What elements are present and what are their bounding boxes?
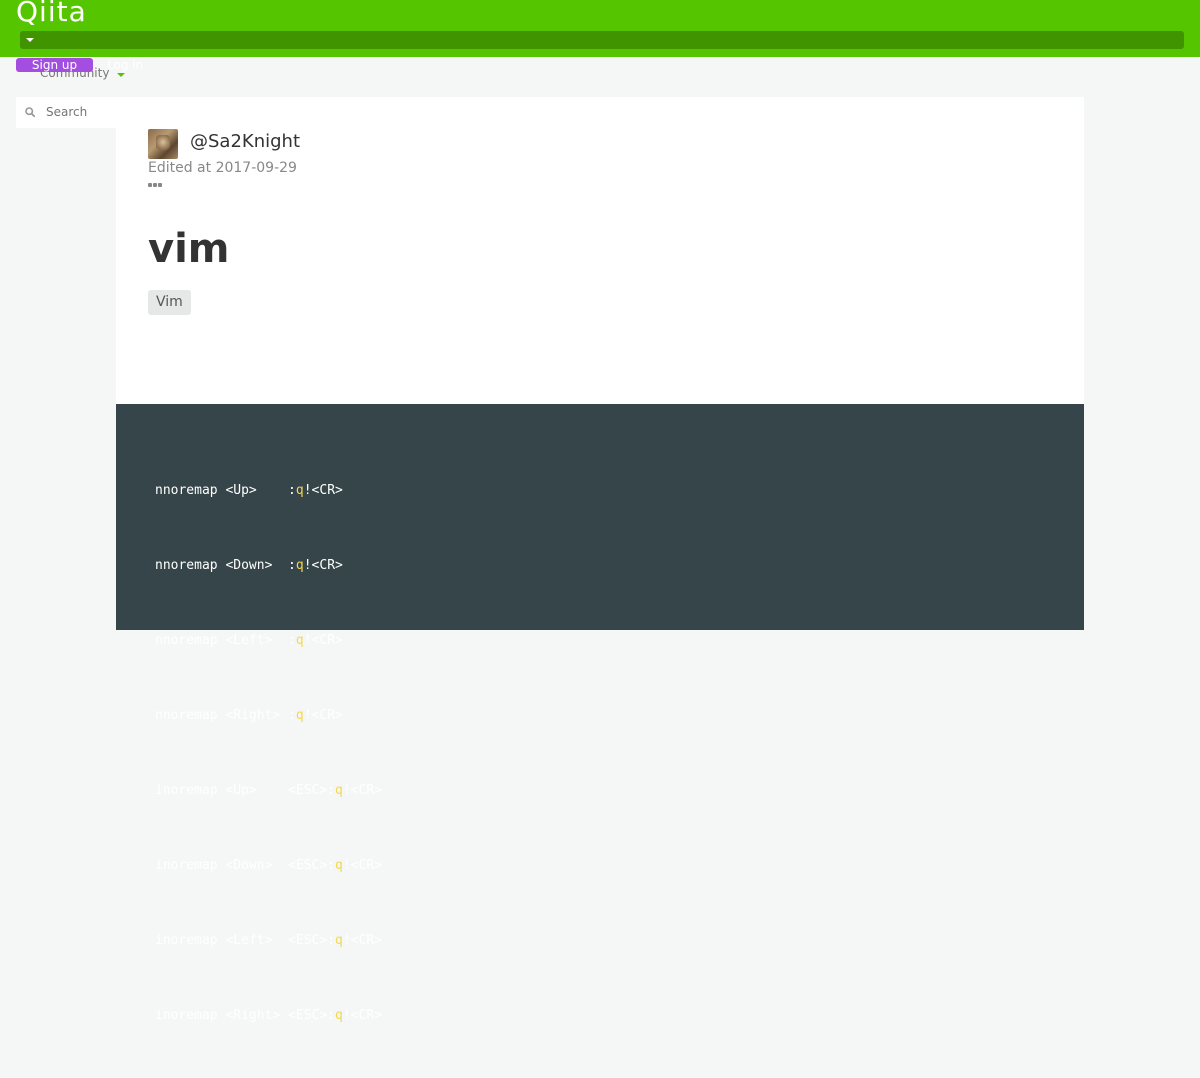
qiita-logo[interactable]: Qiita: [16, 0, 87, 28]
code-line: nnoremap <Right> :q!<CR>: [155, 708, 343, 723]
code-content: nnoremap <Up> :q!<CR> nnoremap <Down> :q…: [155, 428, 382, 1078]
code-line: inoremap <Right> <ESC>:q!<CR>: [155, 1008, 382, 1023]
code-line: inoremap <Down> <ESC>:q!<CR>: [155, 858, 382, 873]
login-link[interactable]: Log in: [107, 58, 143, 72]
caret-down-icon: [26, 38, 34, 42]
code-line: inoremap <Up> <ESC>:q!<CR>: [155, 783, 382, 798]
signup-button[interactable]: Sign up: [16, 58, 93, 72]
code-line: nnoremap <Down> :q!<CR>: [155, 558, 343, 573]
tag-vim[interactable]: Vim: [148, 290, 191, 315]
code-block: nnoremap <Up> :q!<CR> nnoremap <Down> :q…: [116, 404, 1084, 1023]
more-options-icon[interactable]: [148, 183, 164, 189]
article-title: vim: [148, 226, 230, 272]
header-dropdown-bar[interactable]: [20, 31, 1184, 49]
search-icon: [25, 107, 35, 117]
code-line: nnoremap <Up> :q!<CR>: [155, 483, 343, 498]
search-input[interactable]: [46, 103, 126, 121]
code-line: inoremap <Left> <ESC>:q!<CR>: [155, 933, 382, 948]
author-username[interactable]: @Sa2Knight: [190, 131, 300, 153]
search-box[interactable]: [16, 97, 126, 128]
site-header: Qiita: [0, 0, 1200, 57]
chevron-down-icon: [117, 73, 125, 77]
author-avatar[interactable]: [148, 129, 178, 159]
edited-date: Edited at 2017-09-29: [148, 160, 297, 176]
article-header: @Sa2Knight Edited at 2017-09-29 vim Vim: [116, 97, 1084, 404]
code-line: nnoremap <Left> :q!<CR>: [155, 633, 343, 648]
